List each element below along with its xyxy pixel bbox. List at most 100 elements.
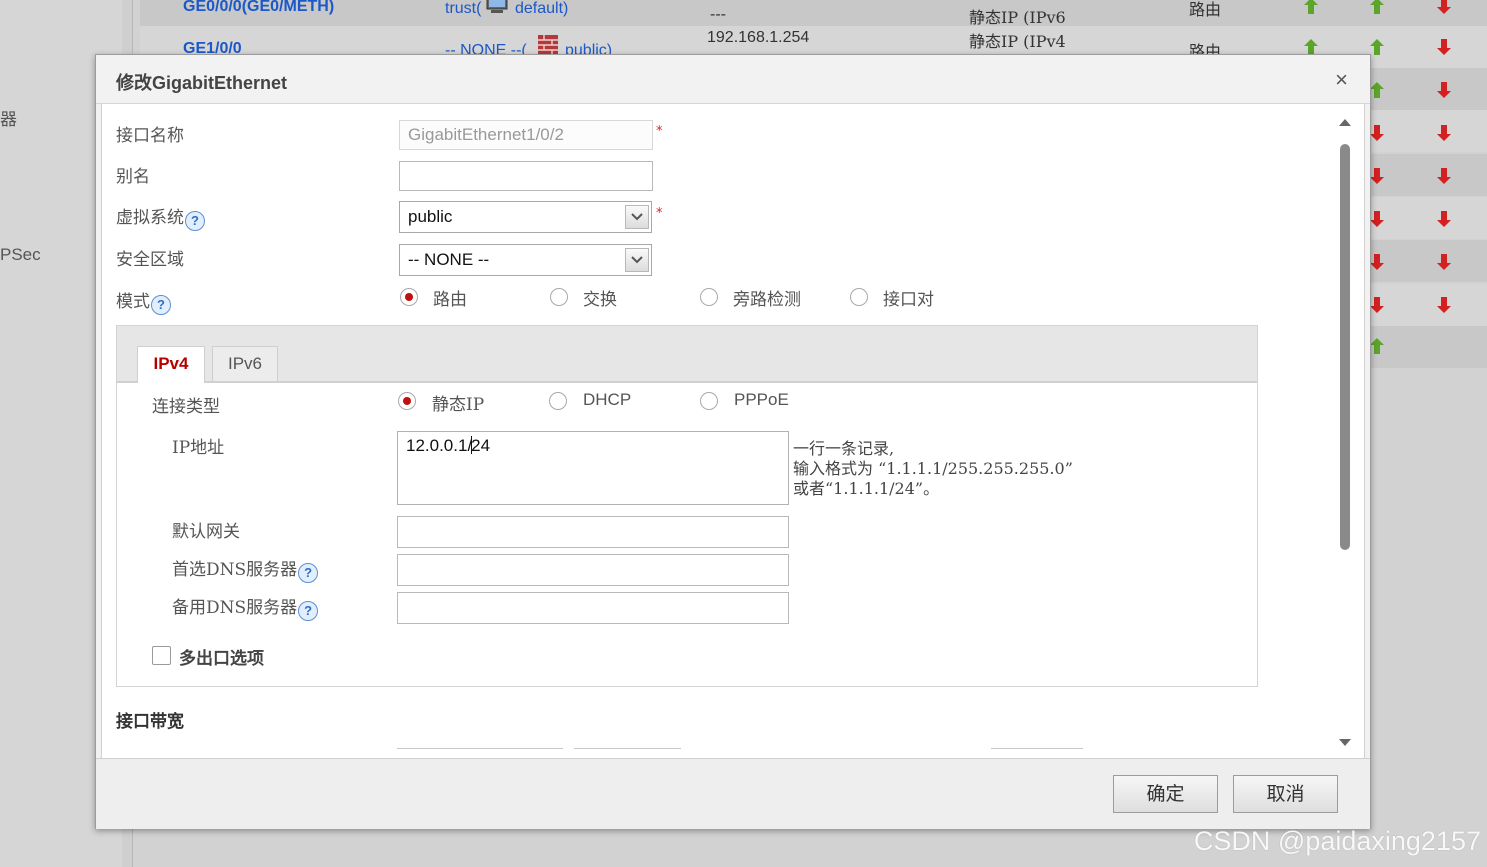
bandwidth-field-top [574,748,681,749]
ip-cell: 192.168.1.254 [707,29,810,46]
ip-tab-bar: IPv4 IPv6 [117,326,1257,383]
mode-option-label: 路由 [433,290,467,310]
computer-icon [485,0,509,14]
arrow-down-icon[interactable] [1370,297,1384,313]
edit-interface-dialog: 修改GigabitEthernet × 接口名称 * 别名 虚拟系统? publ… [95,54,1371,829]
conn-radio-pppoe[interactable] [700,392,718,410]
ip-address-label: IP地址 [172,438,225,458]
conn-option-label: DHCP [583,390,632,409]
firewall-icon [537,34,559,56]
chevron-down-icon[interactable] [625,205,649,229]
arrow-down-icon[interactable] [1370,125,1384,141]
alias-input[interactable] [399,161,653,191]
arrow-up-icon[interactable] [1304,0,1318,14]
conn-radio-dhcp[interactable] [549,392,567,410]
arrow-up-icon[interactable] [1370,82,1384,98]
arrow-down-icon[interactable] [1370,254,1384,270]
required-mark: * [656,124,663,139]
arrow-down-icon[interactable] [1437,0,1451,14]
type-cell: 静态IP (IPv6 [969,8,1066,27]
dialog-title: 修改GigabitEthernet [116,73,288,93]
mode-cell: 路由 [1189,0,1222,19]
nav-item-fragment: PSec [0,245,41,264]
vsys-label: 虚拟系统? [116,203,205,231]
cancel-button[interactable]: 取消 [1233,775,1338,813]
arrow-up-icon[interactable] [1370,338,1384,354]
scroll-down-icon[interactable] [1338,733,1352,752]
arrow-down-icon[interactable] [1437,82,1451,98]
tab-ipv6[interactable]: IPv6 [212,346,278,381]
mode-radio-pair[interactable] [850,288,868,306]
dns1-label-text: 首选DNS服务器 [172,560,298,580]
gateway-input[interactable] [397,516,789,548]
conn-type-label: 连接类型 [152,397,220,417]
dns2-label: 备用DNS服务器? [172,593,319,621]
dialog-footer: 确定 取消 [96,758,1370,829]
arrow-down-icon[interactable] [1370,168,1384,184]
ip-format-hint: 一行一条记录, 输入格式为 “1.1.1.1/255.255.255.0” 或者… [793,439,1073,499]
bandwidth-field-top [991,748,1083,749]
conn-option-label: 静态IP [432,395,485,415]
mode-radio-route[interactable] [400,288,418,306]
multi-exit-checkbox[interactable] [152,646,171,665]
arrow-down-icon[interactable] [1437,297,1451,313]
gateway-label: 默认网关 [172,522,240,542]
multi-exit-label: 多出口选项 [179,649,264,669]
arrow-down-icon[interactable] [1437,125,1451,141]
conn-option-label: PPPoE [734,390,789,409]
dialog-body[interactable]: 接口名称 * 别名 虚拟系统? public * 安全区域 -- NONE --… [101,104,1365,758]
hint-line: 输入格式为 “1.1.1.1/255.255.255.0” [793,459,1073,478]
bandwidth-section-title: 接口带宽 [116,712,184,732]
ip-settings-panel: IPv4 IPv6 连接类型 静态IP DHCP PPPoE IP地址 12.0… [116,325,1258,687]
mode-label-text: 模式 [116,292,150,312]
help-icon[interactable]: ? [151,295,171,315]
bandwidth-field-top [397,748,563,749]
hint-line: 或者“1.1.1.1/24”。 [793,479,940,498]
ip-address-text: 12.0.0.1/ [406,436,473,455]
scroll-up-icon[interactable] [1338,112,1352,131]
scrollbar-thumb[interactable] [1340,144,1350,550]
dns1-input[interactable] [397,554,789,586]
conn-radio-static[interactable] [398,392,416,410]
chevron-down-icon[interactable] [625,248,649,272]
vsys-select-value: public [408,207,453,226]
type-cell: 静态IP (IPv4 [969,32,1066,51]
dns2-input[interactable] [397,592,789,624]
arrow-down-icon[interactable] [1437,211,1451,227]
zone-cell: trust( [445,0,482,17]
arrow-down-icon[interactable] [1437,39,1451,55]
vsys-cell: default) [515,0,569,17]
help-icon[interactable]: ? [298,601,319,621]
dialog-header: 修改GigabitEthernet × [96,55,1370,104]
help-icon[interactable]: ? [298,563,319,583]
close-icon[interactable]: × [1335,67,1348,93]
interface-name-link[interactable]: GE0/0/0(GE0/METH) [183,0,334,16]
vsys-select[interactable]: public [399,201,652,233]
ip-address-textarea[interactable]: 12.0.0.1/24 [397,431,789,505]
alias-label: 别名 [116,167,150,187]
arrow-up-icon[interactable] [1304,39,1318,55]
zone-select-value: -- NONE -- [408,250,490,269]
arrow-down-icon[interactable] [1370,211,1384,227]
help-icon[interactable]: ? [185,211,205,231]
dns2-label-text: 备用DNS服务器 [172,598,298,618]
arrow-up-icon[interactable] [1370,0,1384,14]
ip-cell: --- [710,6,726,23]
mode-option-label: 接口对 [883,290,934,310]
zone-select[interactable]: -- NONE -- [399,244,652,276]
required-mark: * [656,206,663,221]
ip-address-text-tail: 24 [471,436,491,455]
arrow-up-icon[interactable] [1370,39,1384,55]
arrow-down-icon[interactable] [1437,168,1451,184]
table-row: GE0/0/0(GE0/METH) trust( default) --- 静态… [140,0,1487,27]
interface-name-label: 接口名称 [116,126,184,146]
mode-radio-switch[interactable] [550,288,568,306]
mode-label: 模式? [116,287,171,315]
mode-radio-bypass[interactable] [700,288,718,306]
ok-button[interactable]: 确定 [1113,775,1218,813]
mode-option-label: 交换 [583,290,617,310]
arrow-down-icon[interactable] [1437,254,1451,270]
tab-ipv4[interactable]: IPv4 [137,346,205,383]
dialog-scrollbar[interactable] [1338,112,1352,752]
hint-line: 一行一条记录, [793,439,895,458]
